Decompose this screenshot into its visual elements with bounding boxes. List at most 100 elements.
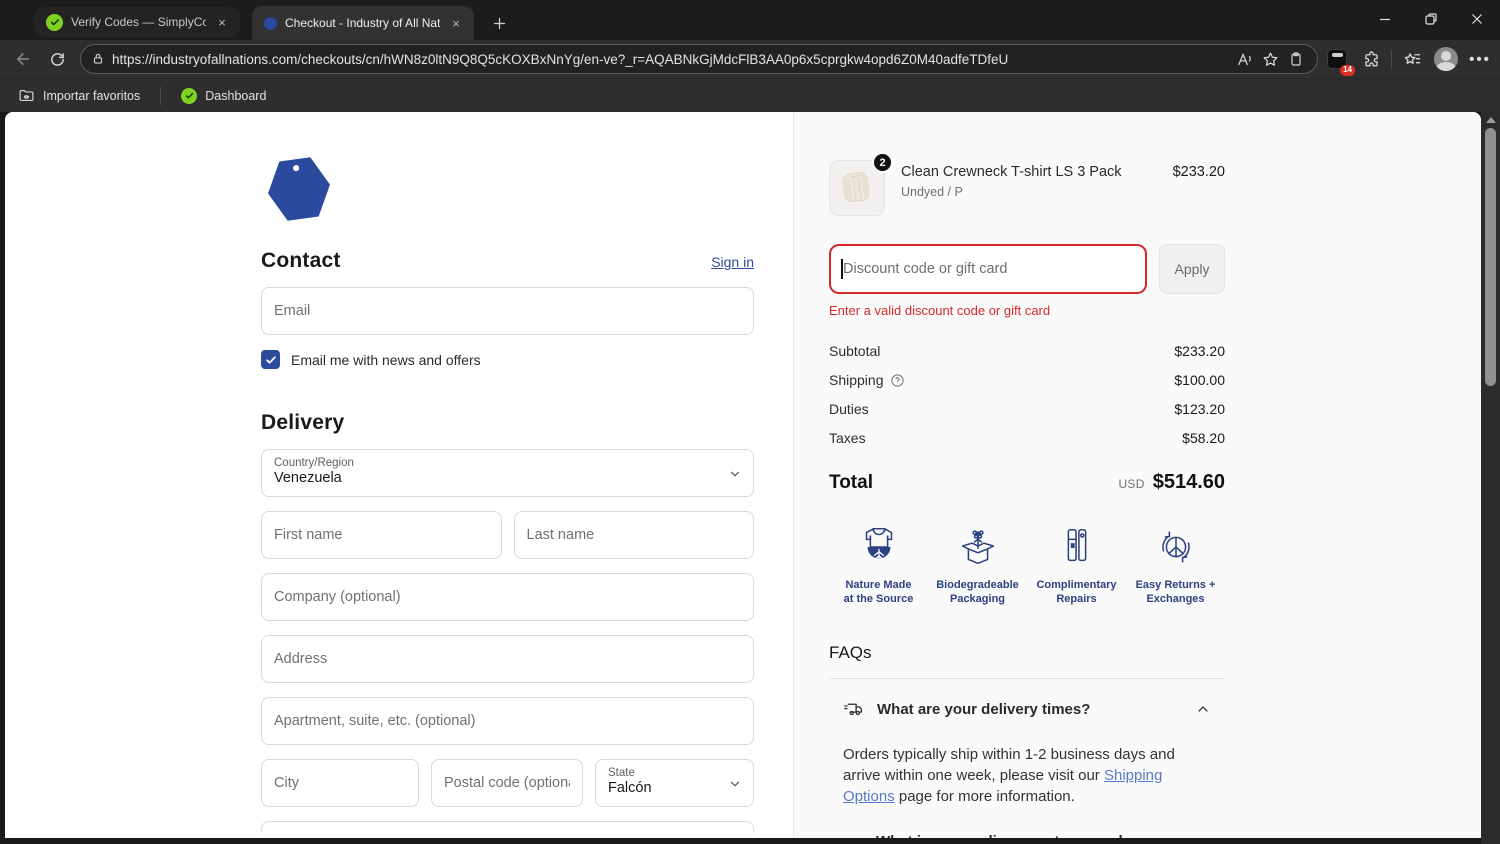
tab-title: Verify Codes — SimplyCodes xyxy=(71,15,206,29)
badge-label-line: Repairs xyxy=(1056,593,1097,606)
apply-discount-button[interactable]: Apply xyxy=(1159,244,1225,294)
bookmarks-bar: Importar favoritos Dashboard xyxy=(0,78,1500,112)
order-summary-column: 2 Clean Crewneck T-shirt LS 3 Pack Undye… xyxy=(793,112,1481,838)
faq-returns-policy[interactable]: What is your policy on returns and excha… xyxy=(843,833,1225,838)
badge-label-line: Complimentary xyxy=(1036,579,1117,591)
discount-error-message: Enter a valid discount code or gift card xyxy=(829,303,1051,318)
complimentary-repairs-icon xyxy=(1067,528,1086,562)
url-text: https://industryofallnations.com/checkou… xyxy=(112,51,1009,67)
simplycodes-favicon xyxy=(181,87,198,104)
extension-badge: 14 xyxy=(1340,65,1355,76)
badge-repairs: Complimentary Repairs xyxy=(1027,524,1126,607)
reload-button[interactable] xyxy=(40,44,74,74)
badge-biodegradeable: Biodegradeable Packaging xyxy=(928,524,1027,607)
badge-label-line: Nature Made xyxy=(845,579,912,591)
address-field[interactable] xyxy=(261,635,754,683)
first-name-field[interactable] xyxy=(261,511,502,559)
badge-returns: Easy Returns + Exchanges xyxy=(1126,524,1225,607)
state-select[interactable]: State Falcón xyxy=(595,759,754,807)
quantity-badge: 2 xyxy=(872,152,893,173)
industry-of-all-nations-logo xyxy=(268,157,330,221)
maximize-button[interactable] xyxy=(1408,0,1454,38)
more-options-icon[interactable]: ••• xyxy=(1466,45,1494,73)
product-name: Clean Crewneck T-shirt LS 3 Pack xyxy=(901,164,1122,180)
cost-summary: Subtotal $233.20 Shipping $100.00 Duties… xyxy=(829,343,1225,446)
scrollbar-thumb[interactable] xyxy=(1485,128,1496,386)
tab-simplycodes[interactable]: Verify Codes — SimplyCodes × xyxy=(34,7,240,37)
divider xyxy=(829,677,1225,679)
shipping-help-icon[interactable] xyxy=(890,373,905,388)
new-tab-button[interactable] xyxy=(486,10,512,36)
tab-close-icon[interactable]: × xyxy=(214,14,230,30)
apartment-field[interactable] xyxy=(261,697,754,745)
newsletter-label: Email me with news and offers xyxy=(291,351,481,368)
badge-nature-made: Nature Made at the Source xyxy=(829,524,928,607)
country-select-value: Venezuela xyxy=(274,470,342,486)
scroll-up-arrow[interactable] xyxy=(1485,117,1496,123)
order-total: Total USD $514.60 xyxy=(829,471,1225,494)
faq-answer-text: page for more information. xyxy=(894,787,1075,805)
import-folder-icon xyxy=(19,89,34,102)
chevron-down-icon xyxy=(730,471,740,477)
favorite-star-icon[interactable] xyxy=(1257,46,1283,72)
brand-value-badges: Nature Made at the Source Biodegradeable… xyxy=(829,524,1225,607)
discount-code-input[interactable] xyxy=(829,244,1147,294)
newsletter-checkbox[interactable] xyxy=(261,350,280,369)
subtotal-value: $233.20 xyxy=(1174,343,1225,359)
bookmark-dashboard[interactable]: Dashboard xyxy=(171,83,276,109)
bookmark-import-favorites[interactable]: Importar favoritos xyxy=(8,83,150,109)
delivery-heading: Delivery xyxy=(261,411,345,434)
country-select[interactable]: Country/Region Venezuela xyxy=(261,449,754,497)
email-field[interactable] xyxy=(261,287,754,335)
favorites-hub-icon[interactable] xyxy=(1398,45,1426,73)
page-scrollbar[interactable] xyxy=(1481,112,1500,844)
nature-made-icon xyxy=(865,528,892,559)
address-bar[interactable]: https://industryofallnations.com/checkou… xyxy=(80,44,1318,74)
taxes-label: Taxes xyxy=(829,430,866,446)
clipboard-icon[interactable] xyxy=(1283,46,1309,72)
taxes-value: $58.20 xyxy=(1182,430,1225,446)
tab-close-icon[interactable]: × xyxy=(448,15,464,31)
state-select-value: Falcón xyxy=(608,780,652,796)
biodegradeable-packaging-icon xyxy=(961,530,994,565)
faq-delivery-times[interactable]: What are your delivery times? xyxy=(843,699,1225,720)
faq-question: What is your policy on returns and excha… xyxy=(876,833,1182,838)
sign-in-link[interactable]: Sign in xyxy=(711,254,754,270)
shipping-label: Shipping xyxy=(829,372,884,388)
text-caret xyxy=(841,259,843,279)
read-aloud-icon[interactable] xyxy=(1231,46,1257,72)
bookmark-label: Dashboard xyxy=(205,88,267,103)
browser-toolbar: https://industryofallnations.com/checkou… xyxy=(0,40,1500,78)
tab-checkout[interactable]: Checkout - Industry of All Nations × xyxy=(252,6,474,40)
close-window-button[interactable] xyxy=(1454,0,1500,38)
browser-titlebar: Verify Codes — SimplyCodes × Checkout - … xyxy=(0,0,1500,40)
city-field[interactable] xyxy=(261,759,419,807)
coupon-extension-icon[interactable]: 14 xyxy=(1323,45,1355,76)
minimize-button[interactable] xyxy=(1362,0,1408,38)
toolbar-right-icons: 14 ••• xyxy=(1323,44,1494,76)
easy-returns-icon xyxy=(1161,531,1190,563)
faq-answer: Orders typically ship within 1-2 busines… xyxy=(843,744,1203,807)
badge-label-line: Packaging xyxy=(949,593,1006,606)
bookmarks-divider xyxy=(160,86,162,105)
product-variant: Undyed / P xyxy=(901,185,963,199)
company-field[interactable] xyxy=(261,573,754,621)
ioan-favicon xyxy=(264,16,277,30)
next-field-partial[interactable] xyxy=(261,821,754,833)
total-label: Total xyxy=(829,472,873,493)
lock-icon xyxy=(93,53,103,64)
extensions-puzzle-icon[interactable] xyxy=(1357,45,1385,73)
checkout-form-column: Contact Sign in Email me with news and o… xyxy=(5,112,793,838)
back-button[interactable] xyxy=(6,44,40,74)
product-price: $233.20 xyxy=(1172,164,1225,180)
postal-code-field[interactable] xyxy=(431,759,583,807)
badge-label-line: Biodegradeable xyxy=(936,579,1019,591)
cart-line-item: 2 Clean Crewneck T-shirt LS 3 Pack Undye… xyxy=(829,152,1225,216)
profile-avatar[interactable] xyxy=(1432,45,1460,73)
checkout-page: Contact Sign in Email me with news and o… xyxy=(5,112,1481,838)
contact-heading: Contact xyxy=(261,249,341,272)
window-controls xyxy=(1362,0,1500,38)
badge-label-line: Exchanges xyxy=(1146,593,1205,606)
duties-value: $123.20 xyxy=(1174,401,1225,417)
last-name-field[interactable] xyxy=(513,511,754,559)
